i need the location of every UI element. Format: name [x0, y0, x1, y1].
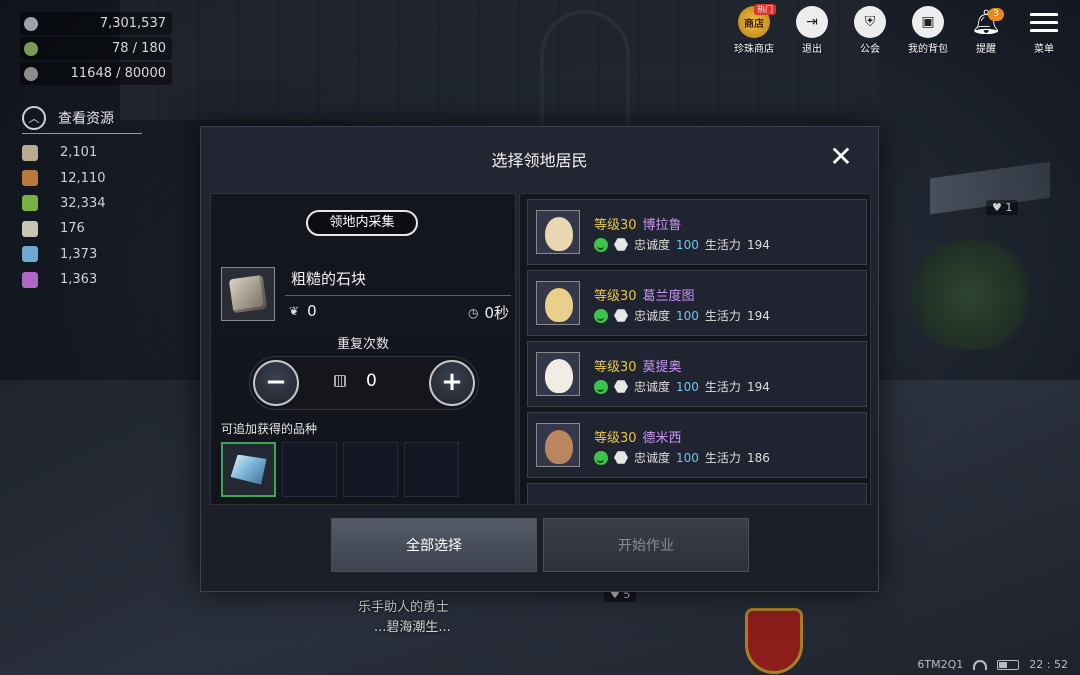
loyalty-icon — [614, 309, 628, 322]
player-name: ...碧海潮生... — [374, 620, 451, 635]
happy-face-icon — [594, 379, 608, 394]
scene-marker-right: ♥ 1 — [986, 200, 1019, 215]
task-panel: 领地内采集 粗糙的石块 ❦ 0 ◷ 0秒 重复次数 − 0 + 可追加获得的品种 — [210, 193, 516, 505]
wifi-icon — [973, 659, 988, 670]
clock: 22 : 52 — [1029, 658, 1068, 671]
wheat-icon — [24, 66, 38, 81]
resident-card[interactable]: 等级30 博拉鲁 忠诚度 100 生活力 194 — [527, 199, 867, 265]
item-slot[interactable] — [221, 267, 275, 321]
resident-card[interactable]: 等级30 德米西 忠诚度 100 生活力 186 — [527, 412, 867, 478]
extra-item-slot[interactable] — [343, 442, 398, 497]
energy-cost: ❦ 0 — [289, 302, 317, 320]
extra-item-slot[interactable] — [404, 442, 459, 497]
list-item: 176 — [22, 216, 132, 241]
avatar — [536, 352, 580, 396]
hamburger-menu-icon — [1028, 6, 1060, 38]
resource-list: 2,101 12,110 32,334 176 1,373 1,363 — [22, 140, 132, 292]
resident-name: 德米西 — [642, 431, 682, 446]
list-item: 1,373 — [22, 242, 132, 267]
stone-icon — [228, 274, 268, 314]
energy-value: 78 / 180 — [112, 41, 166, 56]
list-item: 12,110 — [22, 165, 132, 190]
avatar — [536, 281, 580, 325]
bag-button[interactable]: ▣ 我的背包 — [902, 6, 954, 55]
hot-badge: 热门 — [754, 4, 776, 15]
guild-shield-icon: ⛨ — [854, 6, 886, 38]
flower-icon — [22, 220, 38, 237]
clock-icon: ◷ — [467, 305, 479, 320]
happy-face-icon — [594, 450, 608, 465]
loyalty-icon — [614, 238, 628, 251]
menu-button[interactable]: 菜单 — [1018, 6, 1070, 55]
loyalty-icon — [614, 380, 628, 393]
increment-button[interactable]: + — [429, 360, 475, 406]
pearl-shop-button[interactable]: 商店 热门 珍珠商店 — [728, 4, 780, 55]
happy-face-icon — [594, 237, 608, 252]
repeat-count-value: 0 — [366, 371, 377, 391]
extra-item-slot[interactable] — [282, 442, 337, 497]
silver-value: 7,301,537 — [99, 16, 166, 31]
silver-row: 7,301,537 — [20, 12, 172, 35]
list-item: 32,334 — [22, 191, 132, 216]
resource-summary: 7,301,537 78 / 180 11648 / 80000 — [20, 12, 172, 87]
list-item: 1,363 — [22, 267, 132, 292]
category-pill[interactable]: 领地内采集 — [306, 210, 418, 236]
view-resources-label: 查看资源 — [58, 110, 114, 127]
resident-card[interactable]: 等级30 莫提奥 忠诚度 100 生活力 194 — [527, 341, 867, 407]
happy-face-icon — [594, 308, 608, 323]
guild-button[interactable]: ⛨ 公会 — [844, 6, 896, 55]
extra-items-label: 可追加获得的品种 — [221, 422, 318, 436]
avatar — [536, 210, 580, 254]
device-name: 6TM2Q1 — [917, 658, 964, 671]
weight-row: 11648 / 80000 — [20, 62, 172, 85]
silver-coin-icon — [24, 16, 38, 31]
work-time: ◷ 0秒 — [467, 304, 509, 322]
dialog-title: 选择领地居民 — [491, 151, 588, 170]
list-item: 2,101 — [22, 140, 132, 165]
close-icon[interactable]: ✕ — [828, 143, 854, 171]
view-resources-toggle[interactable]: ︿ 查看资源 — [22, 102, 142, 134]
alert-button[interactable]: 🔔︎ 3 提醒 — [960, 6, 1012, 55]
chevron-up-icon: ︿ — [22, 105, 46, 130]
repeat-count-label: 重复次数 — [336, 337, 389, 352]
loyalty-icon — [614, 451, 628, 464]
repeat-stepper: − 0 + — [249, 356, 479, 410]
item-name: 粗糙的石块 — [291, 270, 367, 288]
bag-icon: ▣ — [912, 6, 944, 38]
battery-icon — [997, 659, 1020, 670]
resident-list: 等级30 博拉鲁 忠诚度 100 生活力 194 等级30 葛兰度图 忠诚度 100 生活力 1… — [519, 193, 871, 505]
herb-icon — [22, 195, 38, 212]
device-status-bar: 6TM2Q1 22 : 52 — [917, 658, 1068, 671]
resident-card-partial[interactable] — [527, 483, 867, 504]
avatar — [536, 423, 580, 467]
calculator-icon[interactable] — [334, 375, 346, 387]
crystal-icon — [22, 246, 38, 263]
alert-count-badge: 3 — [988, 8, 1004, 21]
exit-button[interactable]: ⇥ 退出 — [786, 6, 838, 55]
weight-value: 11648 / 80000 — [70, 66, 166, 81]
resident-name: 博拉鲁 — [642, 218, 682, 233]
energy-row: 78 / 180 — [20, 37, 172, 60]
start-work-button[interactable]: 开始作业 — [543, 518, 749, 572]
wheat-icon: ❦ — [289, 304, 300, 318]
stone-icon — [22, 144, 38, 161]
gem-icon — [22, 271, 38, 288]
extra-item-slots — [221, 442, 459, 497]
decrement-button[interactable]: − — [253, 360, 299, 406]
wood-icon — [22, 170, 38, 187]
resident-name: 莫提奥 — [642, 360, 682, 375]
player-title: 乐手助人的勇士 — [358, 600, 450, 615]
extra-item-slot[interactable] — [221, 442, 276, 497]
select-all-button[interactable]: 全部选择 — [331, 518, 537, 572]
resident-name: 葛兰度图 — [642, 289, 695, 304]
select-residents-dialog: 选择领地居民 ✕ 领地内采集 粗糙的石块 ❦ 0 ◷ 0秒 重复次数 − 0 +… — [200, 126, 879, 592]
resident-card[interactable]: 等级30 葛兰度图 忠诚度 100 生活力 194 — [527, 270, 867, 336]
crystal-icon — [230, 454, 267, 485]
energy-icon — [24, 41, 38, 56]
exit-icon: ⇥ — [796, 6, 828, 38]
top-menu: 商店 热门 珍珠商店 ⇥ 退出 ⛨ 公会 ▣ 我的背包 🔔︎ 3 提醒 菜单 — [728, 4, 1070, 55]
